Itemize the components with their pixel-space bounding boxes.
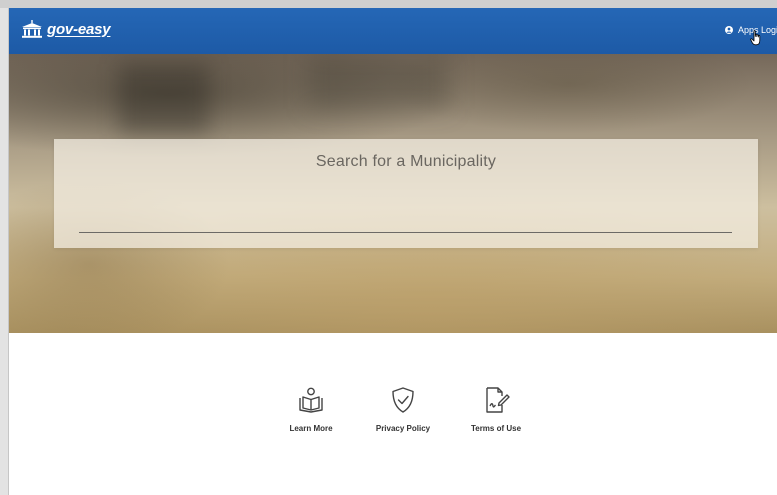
book-reader-icon	[297, 386, 325, 414]
learn-more-link[interactable]: Learn More	[279, 386, 343, 433]
shield-check-icon	[389, 386, 417, 414]
learn-more-label: Learn More	[289, 424, 333, 433]
municipality-search-panel: Search for a Municipality	[54, 139, 758, 248]
terms-of-use-label: Terms of Use	[470, 424, 522, 433]
hero-background-blur	[309, 54, 449, 109]
privacy-policy-label: Privacy Policy	[375, 424, 431, 433]
terms-of-use-link[interactable]: Terms of Use	[464, 386, 528, 433]
user-circle-icon	[724, 26, 733, 34]
hero-banner: Search for a Municipality	[9, 54, 777, 333]
hero-background-blur	[119, 64, 209, 134]
brand-logo-link[interactable]: gov-easy	[21, 20, 111, 38]
page: gov-easy Apps Login Search for a Municip…	[9, 8, 777, 495]
document-signature-icon	[482, 386, 510, 414]
browser-top-strip	[0, 0, 777, 8]
navbar: gov-easy Apps Login	[9, 8, 777, 54]
government-building-icon	[21, 20, 43, 38]
search-title: Search for a Municipality	[315, 153, 497, 170]
brand-name: gov-easy	[47, 20, 111, 38]
footer-links: Learn More Privacy Policy Terms of Use	[9, 386, 777, 446]
privacy-policy-link[interactable]: Privacy Policy	[370, 386, 436, 433]
browser-left-edge	[0, 8, 9, 495]
hand-pointer-cursor-icon	[750, 30, 762, 51]
municipality-search-input[interactable]	[79, 199, 732, 233]
